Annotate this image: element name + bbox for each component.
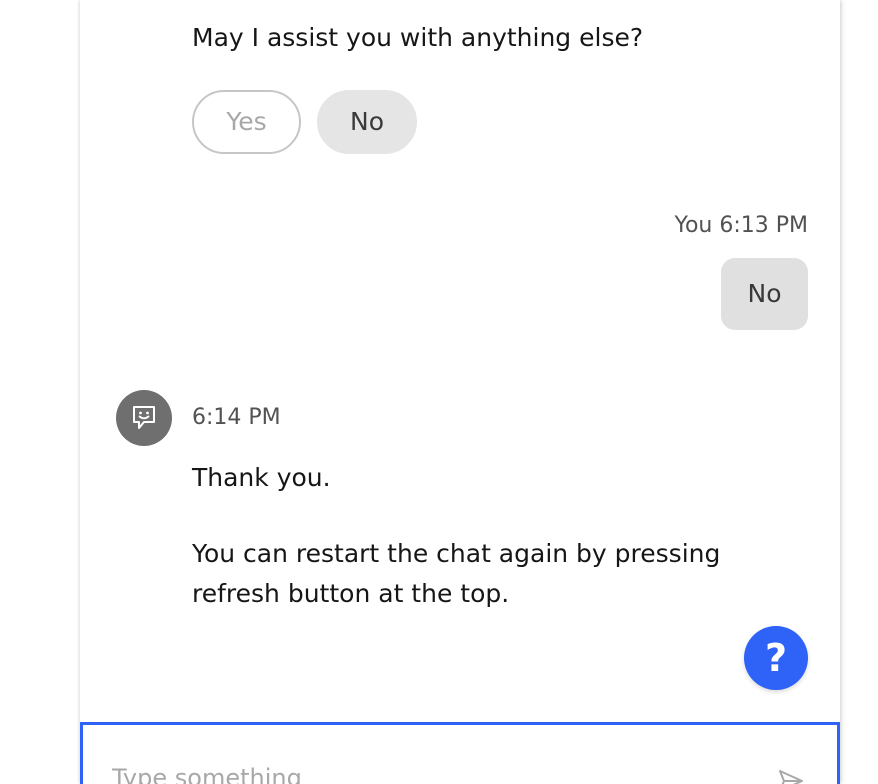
no-option-button[interactable]: No [317, 90, 417, 154]
page: May I assist you with anything else? Yes… [0, 0, 878, 784]
user-message-bubble: No [721, 258, 808, 330]
user-message-meta: You 6:13 PM [674, 213, 808, 238]
chatbot-face-icon [133, 406, 155, 429]
bot-message-text: Thank you. [192, 463, 331, 492]
chat-panel: May I assist you with anything else? Yes… [80, 0, 840, 784]
yes-option-button[interactable]: Yes [192, 90, 301, 154]
bot-prompt-text: May I assist you with anything else? [192, 23, 644, 52]
bot-avatar [116, 390, 172, 446]
message-composer [80, 722, 840, 784]
bot-message-time: 6:14 PM [192, 405, 281, 430]
help-button[interactable]: ? [744, 626, 808, 690]
bot-message-text-restart: You can restart the chat again by pressi… [192, 539, 721, 608]
send-icon[interactable] [777, 767, 805, 784]
message-input[interactable] [112, 761, 732, 784]
